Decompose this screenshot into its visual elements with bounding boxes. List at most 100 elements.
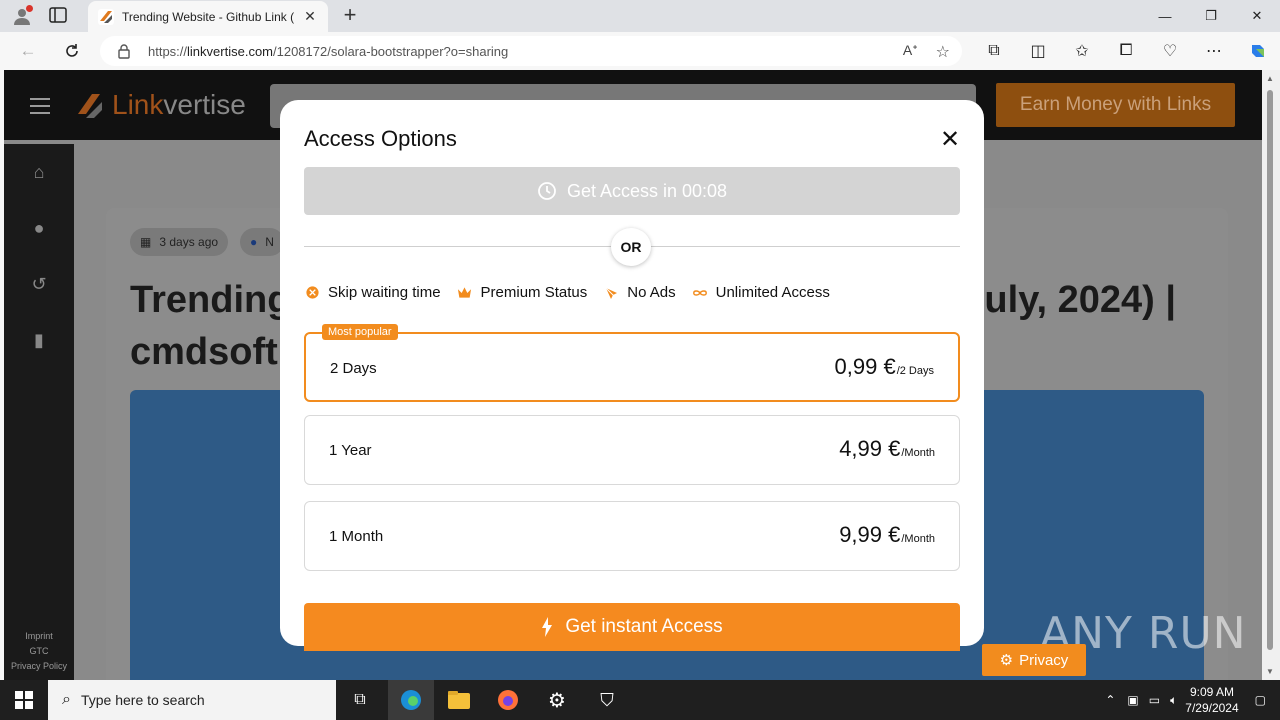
earn-money-button[interactable]: Earn Money with Links: [996, 83, 1235, 127]
tray-chevron-icon[interactable]: ⌃: [1105, 693, 1115, 707]
more-menu-icon[interactable]: ⋯: [1202, 40, 1226, 62]
refresh-button[interactable]: [60, 40, 84, 62]
favorite-star-icon[interactable]: ☆: [936, 42, 950, 62]
imprint-link[interactable]: Imprint: [4, 629, 74, 644]
firefox-icon[interactable]: [486, 680, 530, 720]
restore-button[interactable]: ❐: [1188, 0, 1234, 32]
close-window-button[interactable]: ✕: [1234, 0, 1280, 32]
windows-icon: [15, 691, 33, 709]
url-host: linkvertise.com: [187, 43, 273, 59]
site-logo[interactable]: Link vertise: [74, 88, 246, 122]
read-aloud-icon[interactable]: Aᐩ: [903, 42, 918, 62]
bookmark-icon[interactable]: ▮: [28, 330, 50, 352]
refresh-icon: [66, 44, 78, 57]
linkvertise-favicon-icon: [98, 8, 114, 25]
linkvertise-logo-icon: [78, 94, 102, 118]
history-icon[interactable]: ↺: [28, 274, 50, 296]
privacy-policy-link[interactable]: Privacy Policy: [4, 659, 74, 674]
price-value: 9,99 €: [839, 522, 901, 547]
scroll-down-icon[interactable]: ▼: [1266, 667, 1274, 676]
file-explorer-icon[interactable]: [438, 680, 480, 720]
privacy-label: Privacy: [1019, 651, 1069, 669]
price-value: 4,99 €: [839, 436, 901, 461]
date-text: 3 days ago: [159, 235, 219, 249]
profile-button[interactable]: [10, 5, 34, 27]
menu-icon[interactable]: [30, 98, 50, 119]
privacy-button[interactable]: ⚙ Privacy: [982, 644, 1086, 676]
cta-label: Get instant Access: [565, 616, 723, 637]
modal-title: Access Options: [304, 126, 457, 151]
browser-essentials-icon[interactable]: ♡: [1158, 40, 1182, 62]
volume-icon[interactable]: 🔈︎: [1170, 693, 1177, 708]
tab-strip: Trending Website - Github Link ( ✕ + — ❐…: [0, 0, 1280, 32]
plan-2-days[interactable]: Most popular 2 Days 0,99 €/2 Days: [304, 324, 960, 402]
lightning-icon: [542, 617, 553, 637]
scroll-up-icon[interactable]: ▲: [1266, 74, 1274, 83]
tab-title: Trending Website - Github Link (: [122, 9, 295, 24]
task-view-icon[interactable]: ⧉: [340, 680, 380, 720]
wait-access-button[interactable]: Get Access in 00:08: [304, 167, 960, 215]
feature-label: Unlimited Access: [715, 284, 830, 301]
user-icon[interactable]: ●: [28, 218, 50, 240]
get-instant-access-button[interactable]: Get instant Access: [304, 603, 960, 651]
network-icon[interactable]: ▭: [1149, 693, 1160, 707]
feature-label: Premium Status: [480, 284, 588, 301]
plan-1-year[interactable]: 1 Year 4,99 €/Month: [304, 415, 960, 485]
wait-button-label: Get Access in 00:08: [566, 180, 728, 201]
settings-icon[interactable]: ⚙: [534, 680, 580, 720]
window-controls: — ❐ ✕: [1142, 0, 1280, 32]
plan-1-month[interactable]: 1 Month 9,99 €/Month: [304, 501, 960, 571]
plan-name: 2 Days: [330, 360, 377, 377]
access-options-modal: Access Options ✕ Get Access in 00:08 OR …: [280, 100, 984, 651]
logo-text-2: vertise: [163, 89, 246, 120]
split-screen-icon[interactable]: ◫: [1026, 40, 1050, 62]
system-tray: ⌃ ▣ ▭ 🔈︎ 9:09 AM 7/29/2024 ▢: [1105, 680, 1280, 720]
new-tab-button[interactable]: +: [338, 4, 362, 28]
taskbar-clock[interactable]: 9:09 AM 7/29/2024: [1185, 684, 1238, 716]
price-period: /2 Days: [896, 365, 934, 377]
plan-price: 4,99 €/Month: [839, 436, 935, 462]
notifications-icon[interactable]: ▢: [1255, 693, 1266, 707]
scroll-thumb[interactable]: [1267, 90, 1273, 650]
left-navigation: ⌂ ● ↺ ▮ Imprint GTC Privacy Policy: [4, 144, 74, 680]
web-page: Link vertise Earn Money with Links ⌂ ● ↺ …: [4, 70, 1262, 680]
page-title-right: uly, 2024) |: [984, 279, 1176, 321]
home-icon[interactable]: ⌂: [28, 162, 50, 184]
title-line-2: cmdsoft: [130, 331, 278, 373]
gear-icon: ⚙: [999, 652, 1014, 669]
address-bar[interactable]: https://linkvertise.com/1208172/solara-b…: [100, 36, 962, 66]
tray-device-icon[interactable]: ▣: [1127, 693, 1138, 707]
feature-item: Skip waiting time: [304, 284, 441, 301]
active-tab[interactable]: Trending Website - Github Link ( ✕: [88, 1, 328, 32]
gtc-link[interactable]: GTC: [4, 644, 74, 659]
feature-label: No Ads: [627, 284, 676, 301]
browser-toolbar: ← https://linkvertise.com/1208172/solara…: [0, 32, 1280, 70]
logo-text-1: Link: [112, 89, 164, 120]
taskbar-search[interactable]: ⌕ Type here to search: [48, 680, 336, 720]
extensions-icon[interactable]: ⧉: [982, 40, 1006, 62]
security-shield-icon[interactable]: ⛉: [584, 680, 630, 720]
close-modal-icon[interactable]: ✕: [940, 128, 960, 152]
price-period: /Month: [901, 533, 935, 545]
favorites-icon[interactable]: ✩: [1070, 40, 1094, 62]
clock-icon: [538, 182, 556, 200]
edge-taskbar-icon[interactable]: [388, 680, 434, 720]
info-icon: ●: [250, 235, 258, 249]
tab-actions-button[interactable]: [48, 6, 72, 26]
feature-item: No Ads: [603, 284, 676, 301]
url-path: /1208172/solara-bootstrapper?o=sharing: [273, 43, 509, 59]
plan-price: 9,99 €/Month: [839, 522, 935, 548]
collections-icon[interactable]: ⧠: [1114, 40, 1138, 62]
plan-name: 1 Month: [329, 528, 384, 545]
taskbar: ⌕ Type here to search ⧉ ⚙ ⛉ ⌃ ▣ ▭ 🔈︎ 9:0…: [0, 680, 1280, 720]
start-button[interactable]: [0, 680, 48, 720]
back-button[interactable]: ←: [16, 40, 40, 62]
tab-close-icon[interactable]: ✕: [302, 8, 318, 25]
page-scrollbar[interactable]: ▲ ▼: [1262, 70, 1280, 680]
toolbar-right: ⧉ ◫ ✩ ⧠ ♡ ⋯: [982, 40, 1270, 62]
url-prefix: https://: [148, 43, 188, 59]
copilot-icon[interactable]: [1246, 40, 1270, 62]
search-placeholder: Type here to search: [80, 692, 205, 708]
minimize-button[interactable]: —: [1142, 0, 1188, 32]
most-popular-badge: Most popular: [322, 324, 398, 340]
